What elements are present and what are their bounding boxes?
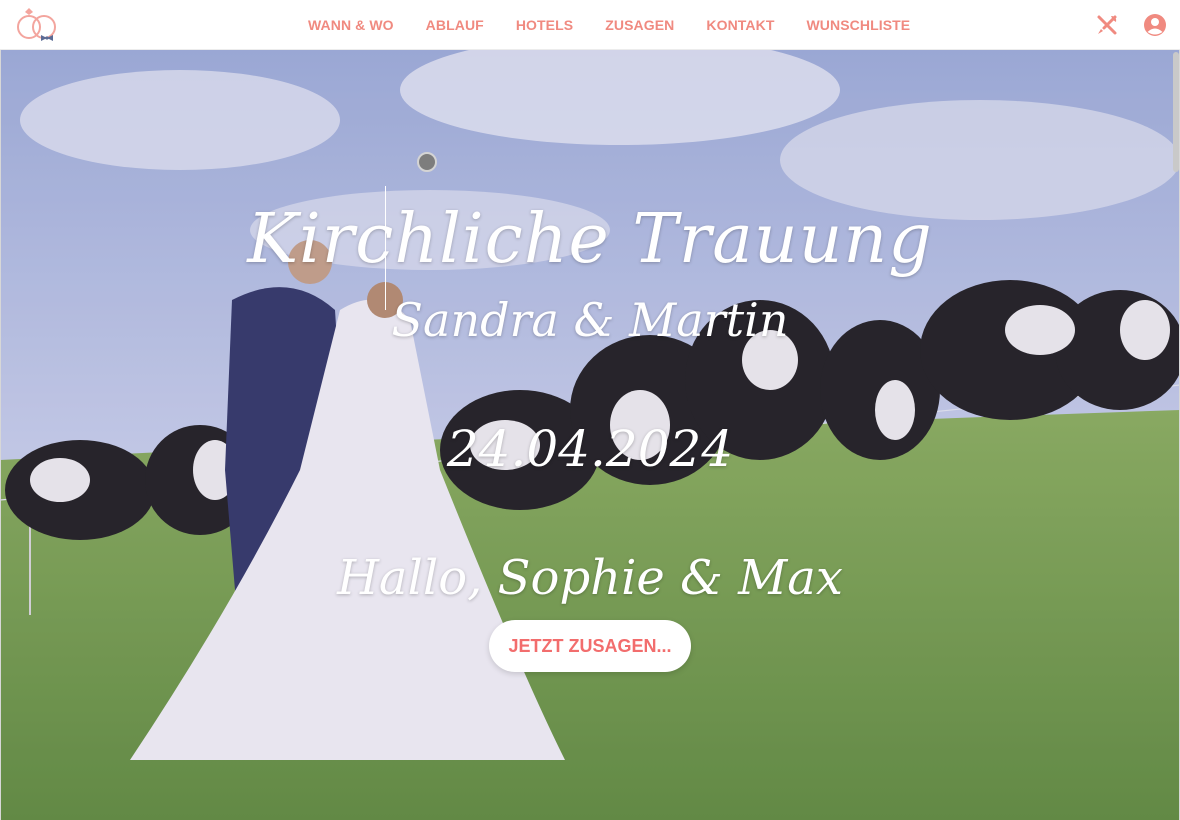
nav-link-zusagen[interactable]: ZUSAGEN xyxy=(589,17,690,33)
nav-link-ablauf[interactable]: ABLAUF xyxy=(410,17,500,33)
nav-link-wunschliste[interactable]: WUNSCHLISTE xyxy=(790,17,926,33)
nav-link-wann-wo[interactable]: WANN & WO xyxy=(292,17,410,33)
couple-names: Sandra & Martin xyxy=(391,293,789,347)
wedding-date: 24.04.2024 xyxy=(446,420,734,478)
scrollbar-thumb[interactable] xyxy=(1173,52,1179,172)
hero-title: Kirchliche Trauung xyxy=(247,200,933,279)
nav-link-kontakt[interactable]: KONTAKT xyxy=(690,17,790,33)
rings-logo-icon[interactable] xyxy=(14,6,62,44)
text-cursor-line xyxy=(385,186,386,310)
dining-icon[interactable] xyxy=(1095,13,1119,37)
top-navbar: WANN & WO ABLAUF HOTELS ZUSAGEN KONTAKT … xyxy=(0,0,1180,50)
nav-link-hotels[interactable]: HOTELS xyxy=(500,17,589,33)
guest-greeting: Hallo, Sophie & Max xyxy=(337,550,843,606)
page-scrollbar[interactable] xyxy=(1172,0,1180,820)
wedding-page: WANN & WO ABLAUF HOTELS ZUSAGEN KONTAKT … xyxy=(0,0,1180,820)
mouse-pointer-dot xyxy=(417,152,437,172)
main-nav: WANN & WO ABLAUF HOTELS ZUSAGEN KONTAKT … xyxy=(292,0,926,49)
rsvp-button[interactable]: JETZT ZUSAGEN... xyxy=(489,620,691,672)
hero-section: Kirchliche Trauung Sandra & Martin 24.04… xyxy=(0,50,1180,820)
account-icon[interactable] xyxy=(1143,13,1167,37)
